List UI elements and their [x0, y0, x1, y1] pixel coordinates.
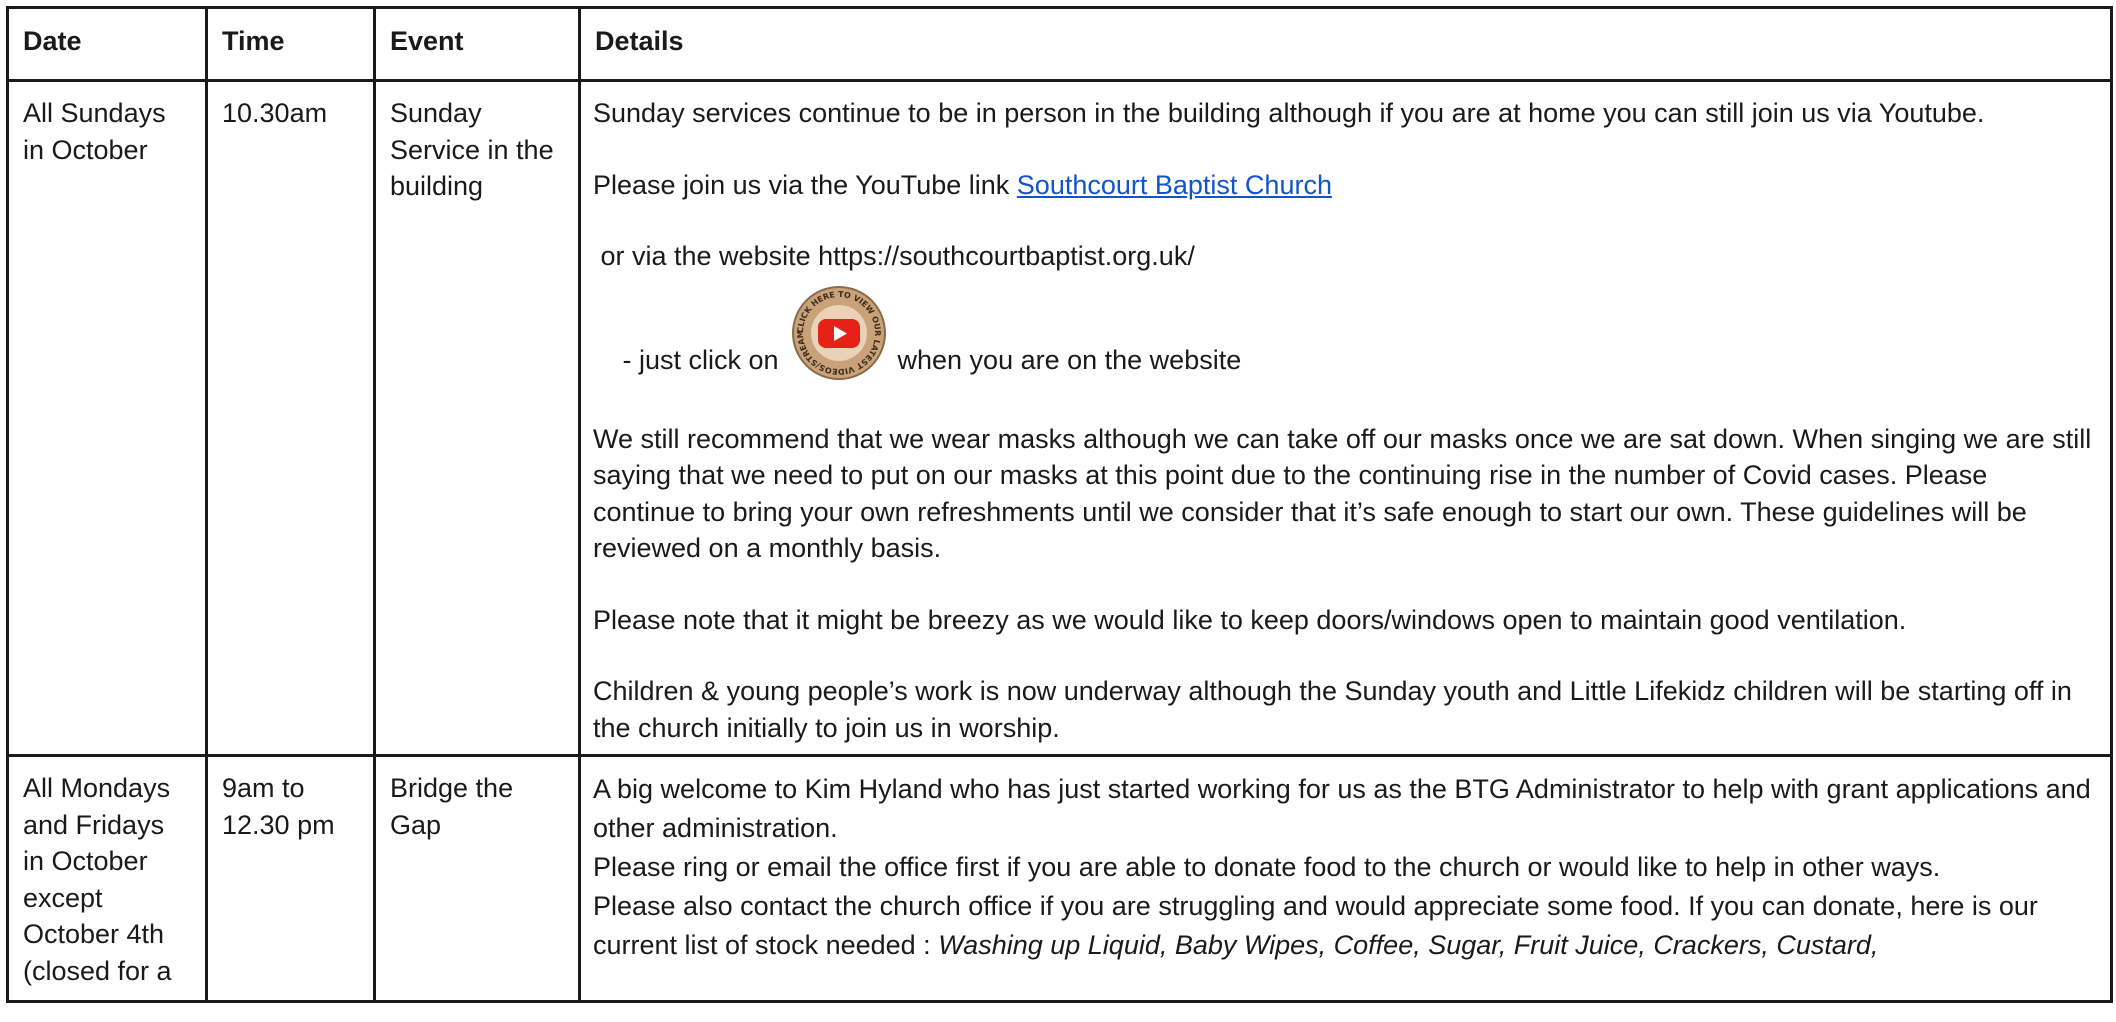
row-event: Bridge the Gap	[373, 754, 581, 1003]
row-time: 9am to 12.30 pm	[205, 754, 376, 1003]
details-line: Please ring or email the office first if…	[593, 852, 1941, 882]
header-time: Time	[205, 6, 376, 82]
row-event: Sunday Service in the building	[373, 79, 581, 757]
row-details: Sunday services continue to be in person…	[578, 79, 2113, 757]
header-details: Details	[578, 6, 2113, 82]
header-date: Date	[6, 6, 208, 82]
details-paragraph: or via the website https://southcourtbap…	[593, 241, 1195, 271]
youtube-channel-link[interactable]: Southcourt Baptist Church	[1017, 170, 1332, 200]
details-paragraph: Children & young people’s work is now un…	[593, 676, 2072, 743]
details-paragraph: Sunday services continue to be in person…	[593, 98, 1985, 128]
row-date: All Mondays and Fridays in October excep…	[6, 754, 208, 1003]
table-row: All Mondays and Fridays in October excep…	[6, 754, 2113, 1003]
row-time: 10.30am	[205, 79, 376, 757]
details-line: Please also contact the church office if…	[593, 887, 2096, 965]
details-line: A big welcome to Kim Hyland who has just…	[593, 774, 2091, 843]
details-paragraph: Please note that it might be breezy as w…	[593, 604, 1907, 635]
website-button-line: - just click on CLICK HERE TO VIEW OUR L…	[593, 285, 2096, 387]
events-table: Date Time Event Details All Sundays in O…	[6, 6, 2113, 1003]
youtube-play-badge-icon[interactable]: CLICK HERE TO VIEW OUR LATEST VIDEOS/STR…	[791, 285, 887, 381]
table-header-row: Date Time Event Details	[6, 6, 2113, 82]
header-event: Event	[373, 6, 581, 82]
details-text: Please join us via the YouTube link	[593, 169, 1017, 200]
details-paragraph: We still recommend that we wear masks al…	[593, 423, 2092, 564]
stock-list: Washing up Liquid, Baby Wipes, Coffee, S…	[938, 930, 1879, 960]
row-date: All Sundays in October	[6, 79, 208, 757]
row-details: A big welcome to Kim Hyland who has just…	[578, 754, 2113, 1003]
table-row: All Sundays in October 10.30am Sunday Se…	[6, 79, 2113, 757]
details-text: - just click on	[615, 345, 787, 375]
details-text: when you are on the website	[890, 345, 1242, 375]
details-paragraph: Please join us via the YouTube link Sout…	[593, 167, 2096, 204]
